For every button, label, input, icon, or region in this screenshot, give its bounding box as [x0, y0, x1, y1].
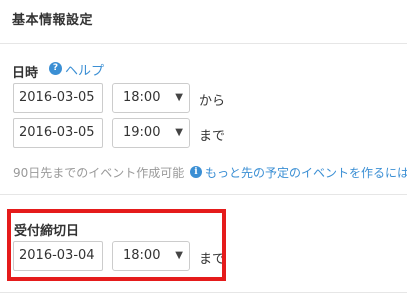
help-link[interactable]: ヘルプ	[65, 60, 104, 79]
section-title: 基本情報設定	[12, 13, 94, 28]
start-time-value: 18:00	[123, 90, 161, 105]
start-suffix: から	[199, 94, 226, 109]
highlight-box	[7, 209, 226, 281]
section-divider	[0, 292, 407, 293]
end-time-select[interactable]: 19:00 ▼	[112, 118, 190, 148]
question-circle-icon[interactable]: ?	[49, 62, 62, 75]
datetime-label: 日時	[12, 66, 39, 81]
section-divider	[0, 43, 407, 44]
future-event-link[interactable]: もっと先の予定のイベントを作るには	[205, 164, 407, 181]
limit-note: 90日先までのイベント作成可能	[13, 166, 185, 180]
chevron-down-icon: ▼	[175, 127, 183, 138]
end-suffix: まで	[199, 129, 226, 144]
chevron-down-icon: ▼	[175, 92, 183, 103]
start-time-select[interactable]: 18:00 ▼	[112, 83, 190, 113]
info-circle-icon: i	[190, 166, 202, 178]
end-date-input[interactable]: 2016-03-05	[13, 118, 103, 148]
section-divider	[0, 194, 407, 195]
end-time-value: 19:00	[123, 125, 161, 140]
start-date-input[interactable]: 2016-03-05	[13, 83, 103, 113]
